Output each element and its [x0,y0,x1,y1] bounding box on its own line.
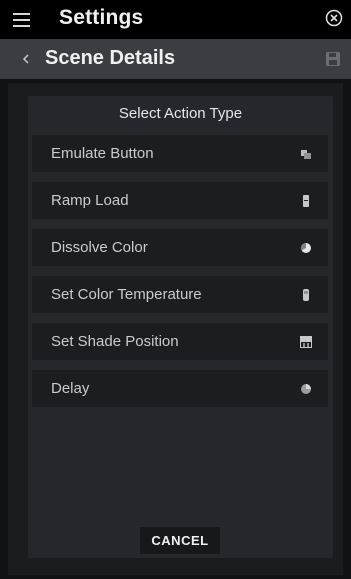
button-icon [301,150,311,159]
option-set-color-temperature[interactable]: Set Color Temperature [32,276,328,313]
option-emulate-button[interactable]: Emulate Button [32,135,328,172]
dialog-title: Select Action Type [118,105,243,122]
app-window: Settings Scene Details Select Action Typ… [0,0,351,579]
option-label: Emulate Button [51,145,154,162]
action-type-dialog: Select Action Type Emulate Button Ramp L… [28,96,333,558]
shade-icon [300,336,312,348]
load-icon [303,195,309,207]
section-title: Scene Details [45,47,176,69]
option-ramp-load[interactable]: Ramp Load [32,182,328,219]
top-bar: Settings [0,0,351,39]
delay-icon [301,384,311,394]
cancel-button[interactable]: CANCEL [140,527,220,554]
option-delay[interactable]: Delay [32,370,328,407]
menu-icon[interactable] [13,13,33,27]
option-label: Delay [51,380,90,397]
color-icon [300,242,311,253]
temperature-icon [303,289,309,301]
close-icon[interactable] [325,9,343,27]
option-label: Set Shade Position [51,333,179,350]
option-label: Set Color Temperature [51,286,202,303]
back-chevron-icon[interactable] [21,52,31,66]
option-set-shade-position[interactable]: Set Shade Position [32,323,328,360]
save-icon[interactable] [325,51,341,67]
option-label: Ramp Load [51,192,129,209]
option-dissolve-color[interactable]: Dissolve Color [32,229,328,266]
page-title: Settings [59,6,144,29]
sub-header: Scene Details [0,39,351,79]
option-label: Dissolve Color [51,239,148,256]
